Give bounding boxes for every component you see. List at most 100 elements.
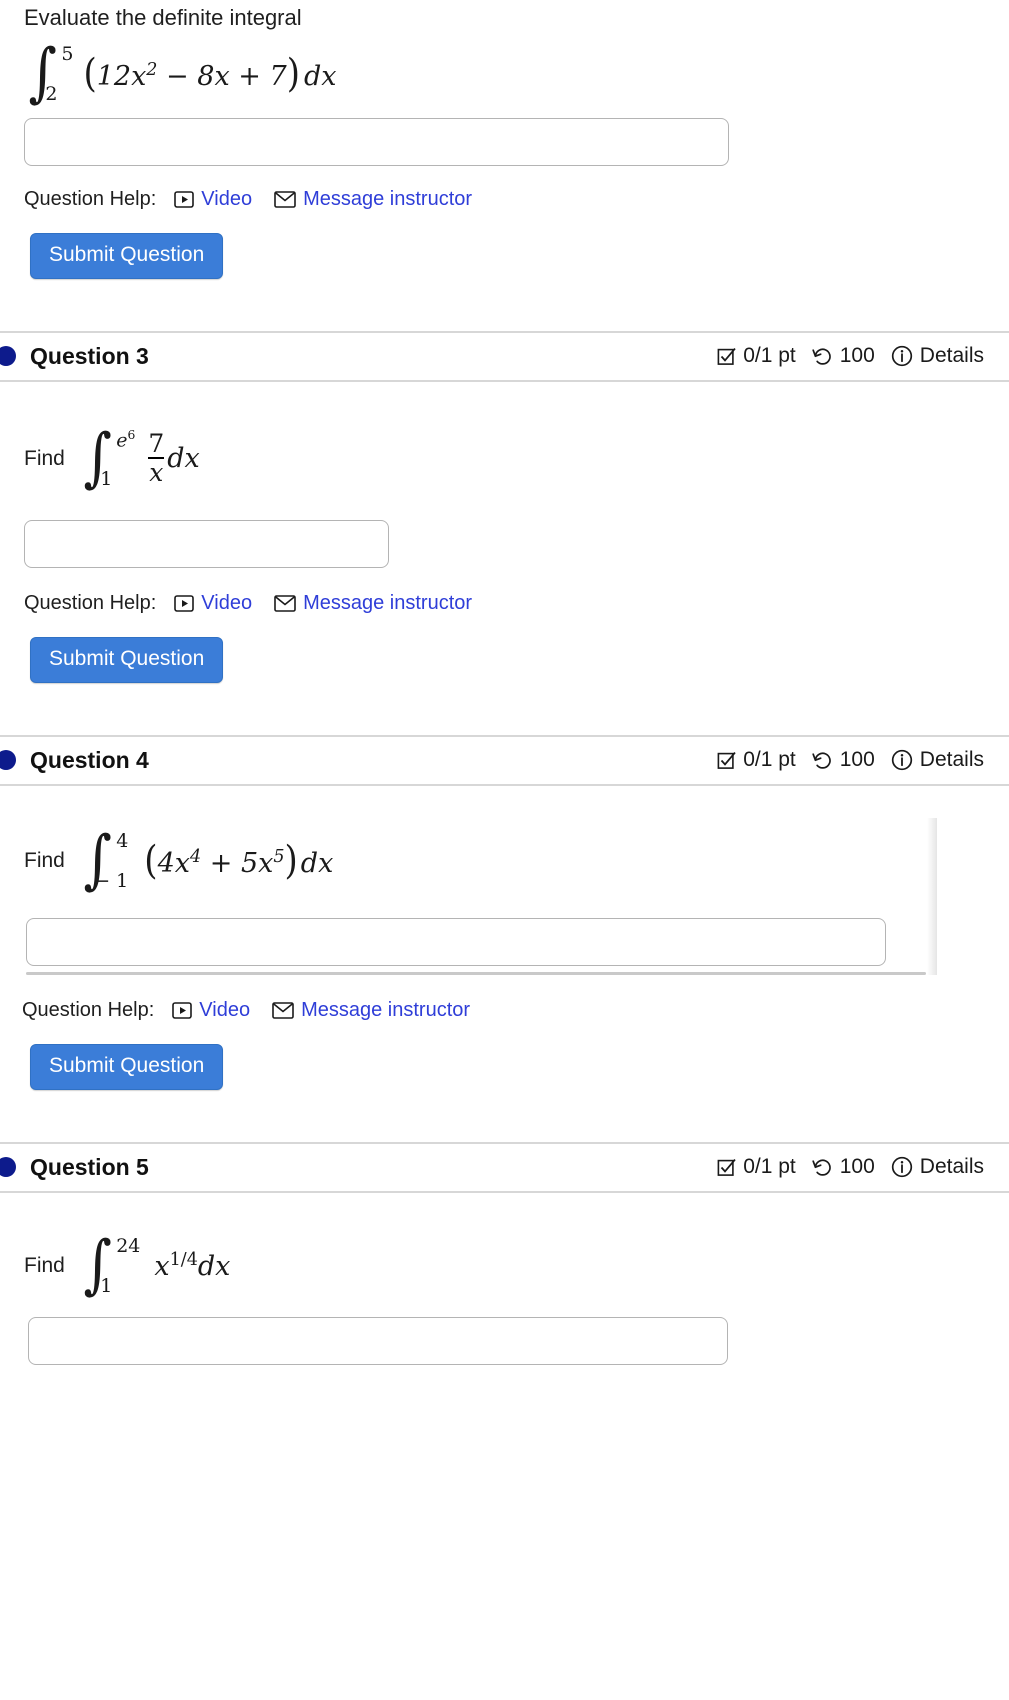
question-help-label-3: Question Help:: [24, 591, 157, 614]
fraction-numerator-3: 7: [148, 428, 165, 458]
question-header-4: Question 4 0/1 pt 100 Details: [0, 737, 1009, 784]
question-divider-5-bottom: [0, 1190, 1009, 1193]
question-header-meta-3: 0/1 pt 100 Details: [701, 344, 984, 368]
question-header-5: Question 5 0/1 pt 100 Details: [0, 1144, 1009, 1191]
attempts-value-4: 100: [839, 748, 875, 771]
video-help-link-4[interactable]: Video: [172, 999, 250, 1022]
retry-icon: [812, 1158, 833, 1177]
score-value-4: 0/1 pt: [743, 748, 796, 771]
integral-glyph-icon: ∫: [83, 1228, 112, 1303]
integral-upper-limit-4: 4: [116, 829, 129, 852]
answer-input-3[interactable]: [24, 519, 389, 568]
question-block-5: Question 5 0/1 pt 100 Details Find ∫ 24 …: [0, 1144, 1009, 1365]
differential-5: dx: [197, 1250, 231, 1282]
score-meta-4: 0/1 pt: [717, 748, 796, 772]
question-header-left-5: Question 5: [0, 1154, 149, 1181]
question-block-4: Question 4 0/1 pt 100 Details Find ∫ 4 −…: [0, 737, 1009, 1090]
submit-question-button-top[interactable]: Submit Question: [30, 232, 224, 279]
answer-input-top[interactable]: [24, 117, 729, 166]
retry-icon: [812, 751, 833, 770]
coefficient-2-4: 5: [240, 847, 259, 879]
integral-symbol-3: ∫ e6 1: [81, 421, 136, 496]
score-meta-5: 0/1 pt: [717, 1155, 796, 1179]
math-expression-4: Find ∫ 4 − 1 (4x4 + 5x5) dx: [0, 818, 1009, 904]
info-icon: [891, 749, 913, 771]
question-help-row-4: Question Help: Video Message instructor: [0, 999, 1009, 1022]
question-header-left-3: Question 3: [0, 343, 149, 370]
close-paren: ): [286, 50, 300, 97]
question-divider-3-bottom: [0, 379, 1009, 382]
answer-input-4[interactable]: [26, 917, 886, 966]
integral-symbol-5: ∫ 24 1: [81, 1228, 141, 1303]
submit-area-4: Submit Question: [0, 1043, 1009, 1090]
envelope-icon: [272, 1001, 294, 1019]
answer-area-3: [0, 519, 1009, 568]
attempts-meta-4: 100: [812, 748, 875, 772]
message-instructor-label: Message instructor: [303, 187, 473, 210]
video-icon: [174, 190, 195, 208]
exponent-1-4: 4: [189, 846, 202, 867]
differential: dx: [303, 60, 337, 92]
integrand-5: x1/4dx: [154, 1250, 230, 1282]
fraction-3: 7 x: [148, 428, 165, 487]
question-help-row-top: Question Help: Video Message instructor: [0, 188, 1009, 211]
status-dot-icon: [0, 750, 16, 770]
envelope-icon: [274, 594, 296, 612]
details-meta-3[interactable]: Details: [891, 344, 984, 368]
message-instructor-link[interactable]: Message instructor: [274, 188, 472, 211]
message-instructor-link-4[interactable]: Message instructor: [272, 999, 470, 1022]
video-icon: [172, 1001, 193, 1019]
horizontal-scrollbar-4[interactable]: [0, 966, 926, 975]
scrollbar-thumb[interactable]: [26, 971, 926, 975]
envelope-icon: [274, 190, 296, 208]
integral-symbol-top: ∫ 5 2: [26, 41, 74, 106]
submit-question-button-3[interactable]: Submit Question: [30, 636, 224, 683]
integral-glyph-icon: ∫: [83, 421, 112, 496]
message-instructor-label-3: Message instructor: [303, 591, 473, 614]
open-paren-4: (: [144, 837, 158, 884]
message-instructor-label-4: Message instructor: [301, 998, 471, 1021]
scrollable-answer-region-4: Find ∫ 4 − 1 (4x4 + 5x5) dx: [0, 817, 1009, 975]
constant-term: 7: [269, 60, 287, 92]
submit-question-button-4[interactable]: Submit Question: [30, 1043, 224, 1090]
integral-upper-limit: 5: [61, 42, 74, 65]
attempts-value-5: 100: [839, 1155, 875, 1178]
integral-upper-limit-3: e6: [116, 427, 136, 451]
question-block-top: Evaluate the definite integral ∫ 5 2 (12…: [0, 0, 1009, 279]
details-meta-5[interactable]: Details: [891, 1155, 984, 1179]
message-instructor-link-3[interactable]: Message instructor: [274, 592, 472, 615]
details-meta-4[interactable]: Details: [891, 748, 984, 772]
attempts-meta-5: 100: [812, 1155, 875, 1179]
question-header-left-4: Question 4: [0, 747, 149, 774]
variable-2-4: x: [258, 847, 274, 879]
status-dot-icon: [0, 346, 16, 366]
attempts-meta-3: 100: [812, 344, 875, 368]
integrand-top: (12x2 − 8x + 7) dx: [83, 50, 337, 97]
submit-area-top: Submit Question: [0, 232, 1009, 279]
checkbox-icon: [717, 347, 736, 366]
exponent-1: 2: [146, 59, 158, 80]
exponent-2-4: 5: [273, 846, 285, 867]
details-label-4: Details: [919, 748, 984, 771]
operator-2: +: [238, 60, 261, 92]
question-header-meta-5: 0/1 pt 100 Details: [701, 1155, 984, 1179]
answer-area-5: [0, 1316, 1009, 1365]
coefficient-2: 8: [197, 60, 215, 92]
variable-1: x: [131, 60, 147, 92]
integral-upper-limit-5: 24: [116, 1234, 141, 1257]
exponent-denominator-5: 4: [186, 1249, 198, 1270]
exponent-numerator-5: 1: [169, 1249, 181, 1270]
question-prompt-top: Evaluate the definite integral: [24, 5, 302, 30]
video-help-link[interactable]: Video: [174, 188, 252, 211]
operator-1-4: +: [209, 847, 233, 879]
question-divider-4-bottom: [0, 783, 1009, 786]
answer-input-5[interactable]: [28, 1316, 728, 1365]
info-icon: [891, 1156, 913, 1178]
open-paren: (: [83, 50, 97, 97]
math-expression-3: Find ∫ e6 1 7 x dx: [0, 416, 1009, 502]
answer-area-4: [0, 917, 1009, 966]
question-title-4: Question 4: [30, 746, 149, 773]
video-help-link-3[interactable]: Video: [174, 592, 252, 615]
